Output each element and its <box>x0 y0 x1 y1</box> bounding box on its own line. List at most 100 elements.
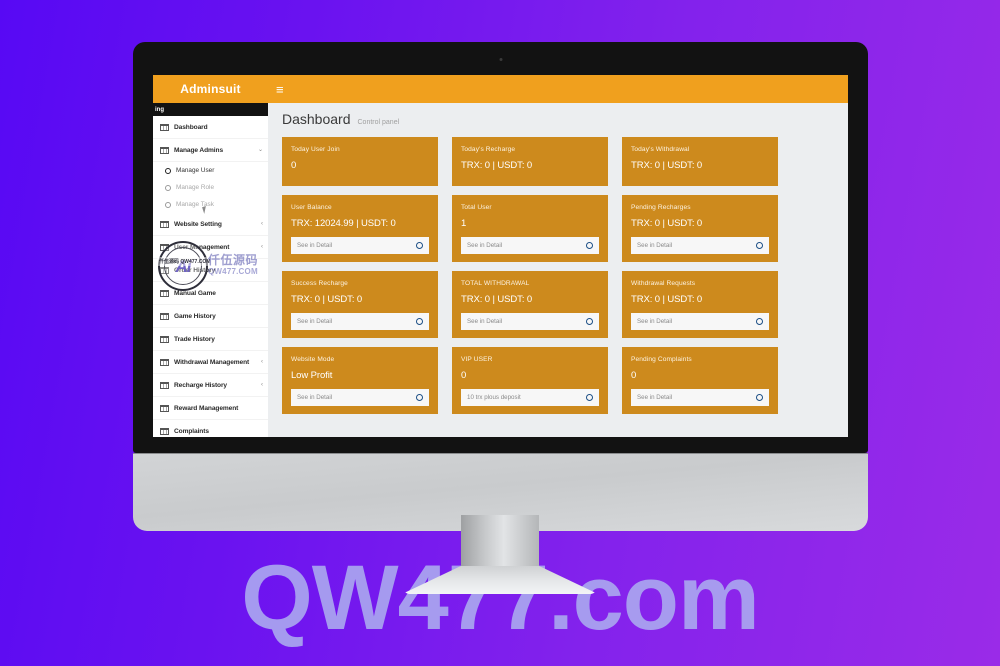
app-body: ing Dashboard Manage Admins ⌄ Manage User Ma… <box>153 103 848 437</box>
sidebar-item-label: Game History <box>174 312 216 320</box>
stat-card: Pending Recharges TRX: 0 | USDT: 0 See in … <box>622 195 778 262</box>
sidebar-item-complaints[interactable]: Complaints <box>153 420 268 437</box>
menu-grid-icon <box>160 427 169 435</box>
menu-grid-icon <box>160 335 169 343</box>
stat-card: Success Recharge TRX: 0 | USDT: 0 See in D… <box>282 271 438 338</box>
radio-circle-icon <box>165 184 171 191</box>
stat-card-value: 0 <box>461 370 467 381</box>
stat-card-action-label: See in Detail <box>467 318 503 325</box>
sidebar-item-label: Dashboard <box>174 123 208 131</box>
menu-grid-icon <box>160 243 169 251</box>
page-header: Dashboard Control panel <box>279 111 836 127</box>
stat-card-action-label: See in Detail <box>297 318 333 325</box>
stat-card-value: TRX: 12024.99 | USDT: 0 <box>291 218 396 229</box>
submenu-item-manage-role[interactable]: Manage Role <box>153 179 268 196</box>
menu-grid-icon <box>160 123 169 131</box>
sidebar-item-dashboard[interactable]: Dashboard <box>153 116 268 139</box>
stat-card-value: TRX: 0 | USDT: 0 <box>631 294 703 305</box>
stat-card-title: Today's Withdrawal <box>631 146 690 153</box>
stat-card: Total User 1 See in Detail <box>452 195 608 262</box>
stat-card: Today's Withdrawal TRX: 0 | USDT: 0 <box>622 137 778 186</box>
sidebar-item-label: Reward Management <box>174 404 239 412</box>
sidebar-item-user-management[interactable]: User Management ‹ <box>153 236 268 259</box>
stat-card: Website Mode Low Profit See in Detail <box>282 347 438 414</box>
stat-card-action-button[interactable]: See in Detail <box>291 313 429 330</box>
menu-grid-icon <box>160 146 169 154</box>
sidebar-item-label: Manual Game <box>174 289 216 297</box>
stat-card-action-button[interactable]: See in Detail <box>461 313 599 330</box>
stat-card: User Balance TRX: 12024.99 | USDT: 0 See i… <box>282 195 438 262</box>
menu-grid-icon <box>160 220 169 228</box>
screen-viewport: Adminsuit ≡ ing Dashboard Manage Admins ⌄ M… <box>153 75 848 437</box>
stat-card-action-button[interactable]: See in Detail <box>291 389 429 406</box>
submenu-item-manage-user[interactable]: Manage User <box>153 162 268 179</box>
stat-card-value: 1 <box>461 218 467 229</box>
stat-card-value: TRX: 0 | USDT: 0 <box>461 160 533 171</box>
sidebar-item-recharge-history[interactable]: Recharge History ‹ <box>153 374 268 397</box>
chevron-icon: ⌄ <box>257 147 263 153</box>
stat-card-value: Low Profit <box>291 370 333 381</box>
sidebar-item-label: Trade History <box>174 335 215 343</box>
imac-monitor-mockup: Adminsuit ≡ ing Dashboard Manage Admins ⌄ M… <box>133 42 868 531</box>
stat-card-value: 0 <box>631 370 637 381</box>
radio-circle-icon <box>165 201 171 208</box>
chevron-icon: ‹ <box>261 359 263 365</box>
arrow-circle-icon <box>416 394 423 401</box>
menu-grid-icon <box>160 381 169 389</box>
sidebar-item-website-setting[interactable]: Website Setting ‹ <box>153 213 268 236</box>
stat-card-action-label: See in Detail <box>637 318 673 325</box>
sidebar-item-game-history[interactable]: Game History <box>153 305 268 328</box>
stat-card-title: Pending Complaints <box>631 356 692 363</box>
stat-card-title: TOTAL WITHDRAWAL <box>461 280 530 287</box>
sidebar-item-label: User Management <box>174 243 230 251</box>
stat-card: Today User Join 0 <box>282 137 438 186</box>
stat-card: Withdrawal Requests TRX: 0 | USDT: 0 See i… <box>622 271 778 338</box>
sidebar-item-order-history[interactable]: Order History <box>153 259 268 282</box>
sidebar-item-label: Website Setting <box>174 220 222 228</box>
stat-card-value: TRX: 0 | USDT: 0 <box>631 160 703 171</box>
app-header: Adminsuit ≡ <box>153 75 848 103</box>
page-subtitle: Control panel <box>357 119 400 126</box>
arrow-circle-icon <box>416 242 423 249</box>
stat-card-action-button[interactable]: See in Detail <box>631 237 769 254</box>
menu-grid-icon <box>160 266 169 274</box>
submenu-item-label: Manage User <box>176 167 215 174</box>
stat-card-action-button[interactable]: See in Detail <box>631 313 769 330</box>
stat-card-title: Today User Join <box>291 146 340 153</box>
stat-card-value: 0 <box>291 160 297 171</box>
menu-grid-icon <box>160 312 169 320</box>
stat-card-title: Website Mode <box>291 356 335 363</box>
stat-card-action-label: See in Detail <box>637 394 673 401</box>
stat-card-action-button[interactable]: See in Detail <box>631 389 769 406</box>
stat-card: Pending Complaints 0 See in Detail <box>622 347 778 414</box>
stat-card-action-button[interactable]: See in Detail <box>461 237 599 254</box>
brand-logo[interactable]: Adminsuit <box>153 82 268 96</box>
menu-grid-icon <box>160 358 169 366</box>
sidebar-item-reward-management[interactable]: Reward Management <box>153 397 268 420</box>
stat-card-action-label: See in Detail <box>297 242 333 249</box>
sidebar-item-trade-history[interactable]: Trade History <box>153 328 268 351</box>
webcam-dot <box>499 58 502 61</box>
sidebar-item-label: Complaints <box>174 427 209 435</box>
sidebar-item-label: Recharge History <box>174 381 228 389</box>
stat-card-title: Withdrawal Requests <box>631 280 696 287</box>
sidebar-item-manage-admins[interactable]: Manage Admins ⌄ <box>153 139 268 162</box>
chevron-icon: ‹ <box>261 244 263 250</box>
stat-card: TOTAL WITHDRAWAL TRX: 0 | USDT: 0 See in D… <box>452 271 608 338</box>
radio-circle-icon <box>165 167 171 174</box>
stat-card-action-button[interactable]: See in Detail <box>291 237 429 254</box>
monitor-bezel: Adminsuit ≡ ing Dashboard Manage Admins ⌄ M… <box>133 42 868 453</box>
stat-card-action-label: See in Detail <box>297 394 333 401</box>
arrow-circle-icon <box>586 242 593 249</box>
stat-card-value: TRX: 0 | USDT: 0 <box>291 294 363 305</box>
main-content: Dashboard Control panel Today User Join 0… <box>268 103 848 437</box>
stat-card-action-label: See in Detail <box>637 242 673 249</box>
stat-card-action-button[interactable]: 10 trx plous deposit <box>461 389 599 406</box>
sidebar-item-list: Dashboard Manage Admins ⌄ Manage User Manage… <box>153 116 268 437</box>
hamburger-menu-icon[interactable]: ≡ <box>276 83 284 96</box>
sidebar-item-withdrawal-management[interactable]: Withdrawal Management ‹ <box>153 351 268 374</box>
sidebar-item-manual-game[interactable]: Manual Game <box>153 282 268 305</box>
sidebar-nav: ing Dashboard Manage Admins ⌄ Manage User Ma… <box>153 103 268 437</box>
arrow-circle-icon <box>756 394 763 401</box>
sidebar-status-text: ing <box>155 106 164 113</box>
